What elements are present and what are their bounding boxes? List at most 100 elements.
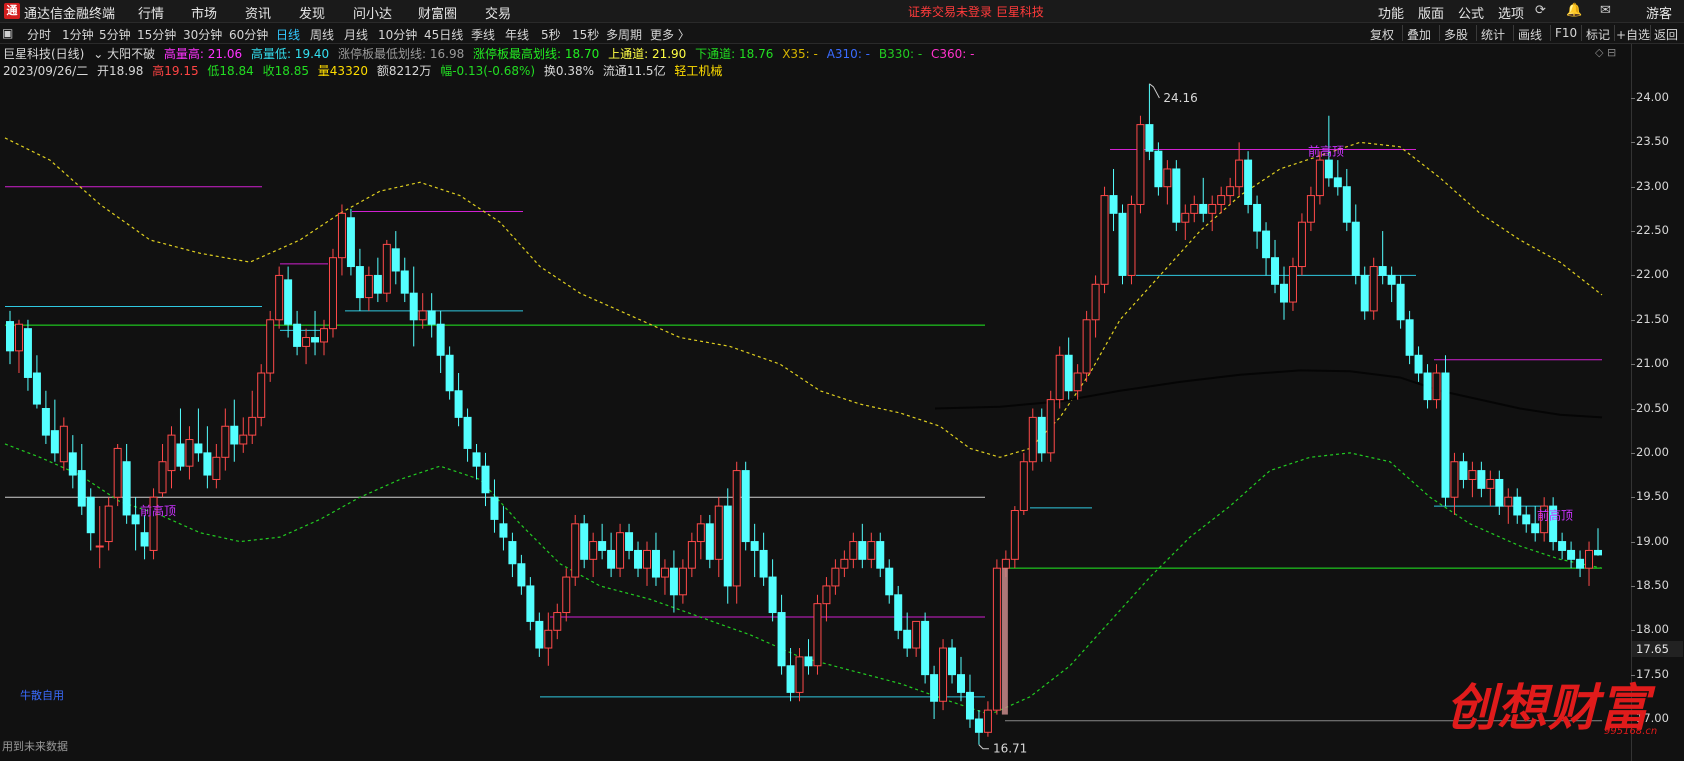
candle-body: [1531, 523, 1540, 534]
menu-layout[interactable]: 版面: [1418, 3, 1444, 22]
price-tick-mark: [1631, 541, 1635, 543]
btn-adjust[interactable]: 复权: [1370, 26, 1394, 43]
divider: [1513, 25, 1514, 41]
candle-body: [41, 408, 50, 436]
menu-bar: 通 通达信金融终端 行情 市场 资讯 发现 问小达 财富圈 交易 证券交易未登录…: [0, 0, 1684, 23]
candle-body: [696, 523, 705, 543]
menu-options[interactable]: 选项: [1498, 3, 1524, 22]
candle-body: [1055, 354, 1064, 401]
btn-back[interactable]: 返回: [1654, 26, 1678, 43]
menu-news[interactable]: 资讯: [245, 3, 271, 22]
candle-body: [104, 505, 113, 543]
btn-stats[interactable]: 统计: [1481, 26, 1505, 43]
divider: [1614, 25, 1615, 41]
tab-monthly[interactable]: 月线: [344, 26, 368, 43]
candlestick-chart[interactable]: 前高顶前高顶前高顶24.1616.71: [0, 44, 1631, 761]
candle-body: [723, 505, 732, 587]
tab-10min[interactable]: 10分钟: [378, 26, 417, 43]
candle-body: [77, 470, 86, 507]
tab-weekly[interactable]: 周线: [310, 26, 334, 43]
candle-body: [795, 656, 804, 693]
price-tick-label: 22.00: [1636, 267, 1669, 282]
btn-overlay[interactable]: 叠加: [1407, 26, 1431, 43]
btn-draw-line[interactable]: 画线: [1518, 26, 1542, 43]
menu-discover[interactable]: 发现: [299, 3, 325, 22]
candle-body: [1297, 221, 1306, 268]
menu-market[interactable]: 市场: [191, 3, 217, 22]
btn-multi-stock[interactable]: 多股: [1444, 26, 1468, 43]
candle-body: [1073, 372, 1082, 392]
candle-body: [876, 541, 885, 569]
candle-body: [1244, 159, 1253, 205]
candle-body: [320, 328, 329, 343]
menu-formula[interactable]: 公式: [1458, 3, 1484, 22]
candle-body: [176, 443, 185, 467]
candle-body: [1585, 549, 1594, 569]
tab-multi-period[interactable]: 多周期: [606, 26, 642, 43]
menu-ask[interactable]: 问小达: [353, 3, 392, 22]
candle-body: [221, 425, 230, 458]
candle-body: [660, 567, 669, 578]
candle-body: [1594, 549, 1602, 556]
candle-body: [768, 576, 777, 614]
candle-body: [409, 292, 418, 321]
bell-icon[interactable]: 🔔: [1566, 3, 1582, 18]
login-warning[interactable]: 证券交易未登录 巨星科技: [908, 3, 1044, 20]
tab-60min[interactable]: 60分钟: [229, 26, 268, 43]
candle-body: [1342, 186, 1351, 223]
mail-icon[interactable]: ✉: [1600, 3, 1611, 18]
price-tick-mark: [1631, 452, 1635, 454]
candle-body: [1495, 478, 1504, 507]
moving-average-line: [934, 369, 1603, 419]
toolbar-icon[interactable]: ▣: [2, 26, 13, 40]
candle-body: [957, 674, 966, 693]
tab-quarterly[interactable]: 季线: [471, 26, 495, 43]
menu-wealth-circle[interactable]: 财富圈: [418, 3, 457, 22]
candle-body: [777, 612, 786, 667]
candle-body: [472, 452, 481, 467]
tab-yearly[interactable]: 年线: [505, 26, 529, 43]
candle-body: [786, 665, 795, 693]
tab-5sec[interactable]: 5秒: [541, 26, 561, 43]
candle-body: [1477, 470, 1486, 489]
candle-body: [6, 321, 14, 352]
btn-mark[interactable]: 标记: [1586, 26, 1610, 43]
candle-body: [1387, 274, 1396, 285]
candle-body: [1558, 541, 1567, 551]
menu-function[interactable]: 功能: [1378, 3, 1404, 22]
tab-15sec[interactable]: 15秒: [572, 26, 599, 43]
candle-body: [1522, 514, 1531, 525]
tab-45day[interactable]: 45日线: [424, 26, 463, 43]
menu-market-quotes[interactable]: 行情: [138, 3, 164, 22]
candle-body: [1208, 203, 1217, 214]
guest-label[interactable]: 游客: [1646, 3, 1672, 22]
candle-body: [158, 461, 167, 494]
tab-1min[interactable]: 1分钟: [62, 26, 94, 43]
candle-body: [831, 567, 840, 587]
sync-icon[interactable]: ⟳: [1535, 3, 1546, 18]
candle-body: [750, 541, 759, 551]
menu-trade[interactable]: 交易: [485, 3, 511, 22]
candle-body: [822, 585, 831, 605]
btn-add-watchlist[interactable]: +自选: [1616, 26, 1650, 43]
candle-body: [1378, 266, 1387, 276]
candle-body: [373, 274, 382, 294]
price-tick-label: 18.50: [1636, 577, 1669, 592]
price-tick-mark: [1631, 497, 1635, 499]
candle-body: [1118, 212, 1127, 276]
candle-body: [364, 274, 373, 299]
tab-5min[interactable]: 5分钟: [99, 26, 131, 43]
price-tick-mark: [1631, 630, 1635, 632]
divider: [1581, 25, 1582, 41]
tab-daily[interactable]: 日线: [276, 26, 300, 43]
btn-f10[interactable]: F10: [1555, 26, 1577, 40]
tab-timeshare[interactable]: 分时: [27, 26, 51, 43]
tab-30min[interactable]: 30分钟: [183, 26, 222, 43]
candle-body: [59, 425, 68, 463]
candle-body: [642, 549, 651, 569]
limit-up-marker: [1001, 568, 1008, 715]
candle-body: [939, 647, 948, 702]
tab-more[interactable]: 更多 〉: [650, 26, 690, 43]
candle-body: [669, 567, 678, 596]
tab-15min[interactable]: 15分钟: [137, 26, 176, 43]
